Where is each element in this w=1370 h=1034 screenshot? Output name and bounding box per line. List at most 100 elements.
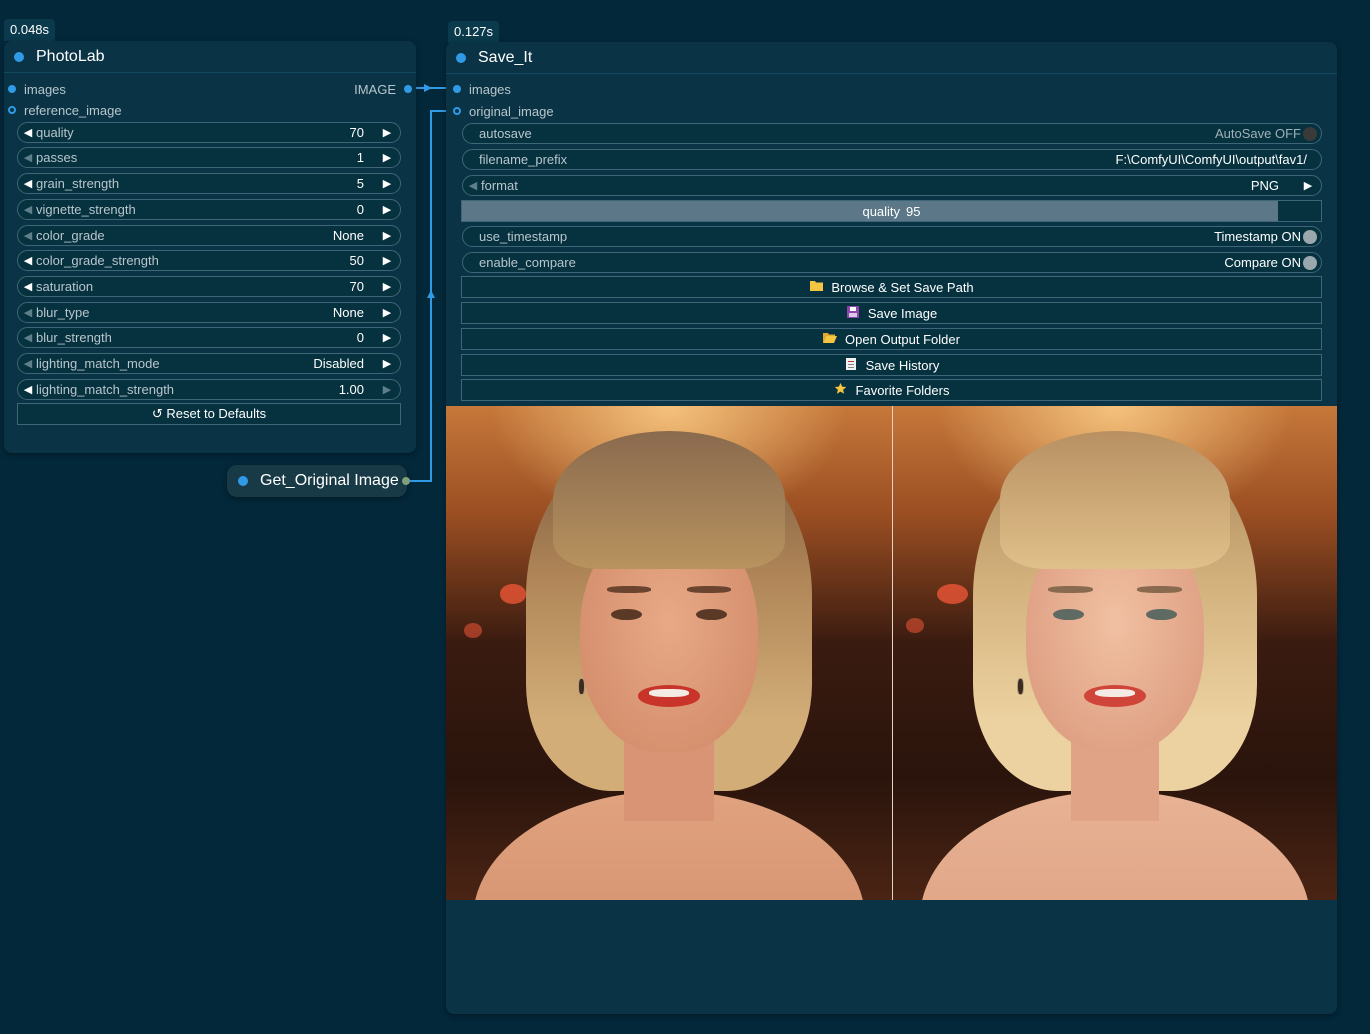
button-label: Save History xyxy=(865,357,940,373)
widget-blur-type[interactable]: ◀ blur_type None ▶ xyxy=(17,302,401,323)
reset-to-defaults-button[interactable]: ↺ Reset to Defaults xyxy=(17,403,401,425)
node-status-dot[interactable] xyxy=(456,52,466,63)
increment-arrow-icon[interactable]: ▶ xyxy=(374,254,400,267)
save-history-button[interactable]: Save History xyxy=(461,354,1322,376)
output-slot-image[interactable]: IMAGE xyxy=(354,80,412,98)
toggle-on-knob-icon[interactable] xyxy=(1303,255,1317,270)
widget-label: grain_strength xyxy=(36,176,120,191)
widget-value: F:\ComfyUI\ComfyUI\output\fav1/ xyxy=(1115,152,1307,167)
input-slot-images[interactable]: images xyxy=(8,80,66,98)
increment-arrow-icon[interactable]: ▶ xyxy=(374,383,400,396)
combo-format[interactable]: ◀ format PNG ▶ xyxy=(462,175,1322,196)
toggle-enable-compare[interactable]: enable_compare Compare ON xyxy=(462,252,1322,273)
widget-value: 70 xyxy=(349,279,364,294)
output-dot-icon[interactable] xyxy=(404,85,412,93)
increment-arrow-icon[interactable]: ▶ xyxy=(374,203,400,216)
widget-label: lighting_match_strength xyxy=(36,382,175,397)
browse-set-save-path-button[interactable]: Browse & Set Save Path xyxy=(461,276,1322,298)
save-it-timing-badge: 0.127s xyxy=(448,21,500,43)
input-dot-icon[interactable] xyxy=(453,85,461,93)
decrement-arrow-icon[interactable]: ◀ xyxy=(18,126,34,139)
decrement-arrow-icon[interactable]: ◀ xyxy=(18,306,34,319)
toggle-autosave[interactable]: autosave AutoSave OFF xyxy=(462,123,1322,144)
increment-arrow-icon[interactable]: ▶ xyxy=(1295,179,1321,192)
decrement-arrow-icon[interactable]: ◀ xyxy=(18,331,34,344)
widget-quality[interactable]: ◀ quality 70 ▶ xyxy=(17,122,401,143)
get-original-image-node[interactable]: Get_Original Image xyxy=(227,465,410,497)
decrement-arrow-icon[interactable]: ◀ xyxy=(18,357,34,370)
toggle-on-knob-icon[interactable] xyxy=(1303,229,1317,244)
node-status-dot[interactable] xyxy=(238,476,248,486)
increment-arrow-icon[interactable]: ▶ xyxy=(374,331,400,344)
input-slot-original-image[interactable]: original_image xyxy=(453,102,554,120)
output-dot-icon[interactable] xyxy=(402,477,410,485)
input-slot-images[interactable]: images xyxy=(453,80,511,98)
folder-icon xyxy=(809,280,823,294)
node-graph-canvas[interactable]: 0.048s PhotoLab images IMAGE reference_i… xyxy=(0,0,1370,1034)
increment-arrow-icon[interactable]: ▶ xyxy=(374,177,400,190)
decrement-arrow-icon[interactable]: ◀ xyxy=(18,280,34,293)
toggle-off-knob-icon[interactable] xyxy=(1303,126,1317,141)
widget-saturation[interactable]: ◀ saturation 70 ▶ xyxy=(17,276,401,297)
widget-color-grade[interactable]: ◀ color_grade None ▶ xyxy=(17,225,401,246)
widget-value: None xyxy=(332,228,364,243)
reset-button-label: ↺ Reset to Defaults xyxy=(151,406,267,421)
photolab-node[interactable]: PhotoLab images IMAGE reference_image ◀ … xyxy=(4,41,416,453)
increment-arrow-icon[interactable]: ▶ xyxy=(374,306,400,319)
widget-vignette-strength[interactable]: ◀ vignette_strength 0 ▶ xyxy=(17,199,401,220)
widget-lighting-match-strength[interactable]: ◀ lighting_match_strength 1.00 ▶ xyxy=(17,379,401,400)
slider-label: quality xyxy=(862,203,901,219)
save-it-node-title[interactable]: Save_It xyxy=(446,42,1337,74)
button-label: Browse & Set Save Path xyxy=(831,279,974,295)
node-status-dot[interactable] xyxy=(14,51,24,62)
input-slot-label: images xyxy=(469,81,511,97)
save-it-title-text: Save_It xyxy=(478,48,533,66)
input-dot-icon[interactable] xyxy=(8,106,16,114)
input-slot-label: reference_image xyxy=(24,102,122,118)
widget-value: 0 xyxy=(356,330,364,345)
decrement-arrow-icon[interactable]: ◀ xyxy=(463,179,479,192)
slider-quality[interactable]: quality 95 xyxy=(461,200,1322,222)
decrement-arrow-icon[interactable]: ◀ xyxy=(18,177,34,190)
open-output-folder-button[interactable]: Open Output Folder xyxy=(461,328,1322,350)
favorite-folders-button[interactable]: Favorite Folders xyxy=(461,379,1322,401)
increment-arrow-icon[interactable]: ▶ xyxy=(374,357,400,370)
widget-label: color_grade_strength xyxy=(36,253,159,268)
button-label: Favorite Folders xyxy=(855,382,950,398)
get-original-title-text: Get_Original Image xyxy=(260,472,399,489)
button-label: Save Image xyxy=(867,305,938,321)
toggle-use-timestamp[interactable]: use_timestamp Timestamp ON xyxy=(462,226,1322,247)
preview-image-processed[interactable] xyxy=(446,406,892,900)
decrement-arrow-icon[interactable]: ◀ xyxy=(18,229,34,242)
widget-value: Disabled xyxy=(313,356,364,371)
text-filename-prefix[interactable]: filename_prefix F:\ComfyUI\ComfyUI\outpu… xyxy=(462,149,1322,170)
widget-value: AutoSave OFF xyxy=(1215,126,1301,141)
decrement-arrow-icon[interactable]: ◀ xyxy=(18,254,34,267)
input-slot-label: images xyxy=(24,81,66,97)
widget-value: 0 xyxy=(356,202,364,217)
decrement-arrow-icon[interactable]: ◀ xyxy=(18,383,34,396)
increment-arrow-icon[interactable]: ▶ xyxy=(374,280,400,293)
input-slot-reference-image[interactable]: reference_image xyxy=(8,101,122,119)
input-dot-icon[interactable] xyxy=(453,107,461,115)
increment-arrow-icon[interactable]: ▶ xyxy=(374,229,400,242)
widget-passes[interactable]: ◀ passes 1 ▶ xyxy=(17,147,401,168)
widget-label: color_grade xyxy=(36,228,105,243)
widget-color-grade-strength[interactable]: ◀ color_grade_strength 50 ▶ xyxy=(17,250,401,271)
increment-arrow-icon[interactable]: ▶ xyxy=(374,126,400,139)
save-image-button[interactable]: Save Image xyxy=(461,302,1322,324)
increment-arrow-icon[interactable]: ▶ xyxy=(374,151,400,164)
input-dot-icon[interactable] xyxy=(8,85,16,93)
photolab-node-title[interactable]: PhotoLab xyxy=(4,41,416,73)
widget-grain-strength[interactable]: ◀ grain_strength 5 ▶ xyxy=(17,173,401,194)
widget-blur-strength[interactable]: ◀ blur_strength 0 ▶ xyxy=(17,327,401,348)
save-it-node[interactable]: Save_It images original_image autosave A… xyxy=(446,42,1337,1014)
decrement-arrow-icon[interactable]: ◀ xyxy=(18,151,34,164)
preview-image-original[interactable] xyxy=(892,406,1337,900)
widget-label: quality xyxy=(36,125,74,140)
widget-lighting-match-mode[interactable]: ◀ lighting_match_mode Disabled ▶ xyxy=(17,353,401,374)
floppy-disk-icon xyxy=(846,305,860,321)
widget-value: PNG xyxy=(1250,178,1279,193)
decrement-arrow-icon[interactable]: ◀ xyxy=(18,203,34,216)
input-slot-label: original_image xyxy=(469,103,554,119)
